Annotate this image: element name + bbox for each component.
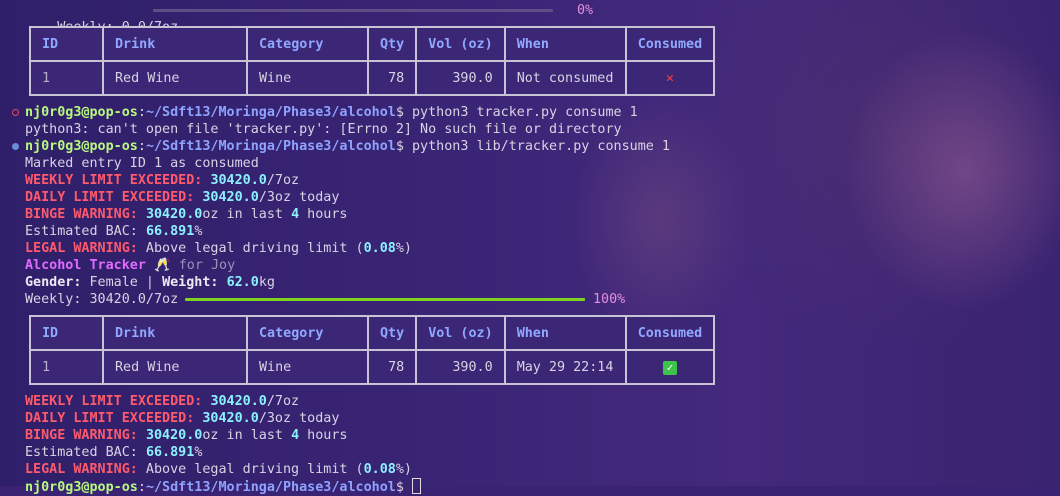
col-vol: Vol (oz) bbox=[417, 28, 504, 60]
prompt-line-3[interactable]: nj0r0g3@pop-os:~/Sdft13/Moringa/Phase3/a… bbox=[25, 478, 421, 495]
cross-mark-icon: ✕ bbox=[665, 70, 674, 86]
col-drink: Drink bbox=[104, 28, 246, 60]
weekly-warning-1: WEEKLY LIMIT EXCEEDED: 30420.0/7oz bbox=[25, 173, 300, 188]
table-row: 1 Red Wine Wine 78 390.0 May 29 22:14 ✓ bbox=[31, 351, 714, 383]
daily-warning-2: DAILY LIMIT EXCEEDED: 30420.0/3oz today bbox=[25, 411, 340, 426]
col-consumed: Consumed bbox=[626, 28, 714, 60]
entries-table-2: ID Drink Category Qty Vol (oz) When Cons… bbox=[29, 315, 716, 385]
check-mark-icon: ✓ bbox=[662, 360, 677, 375]
error-status-icon bbox=[12, 109, 19, 116]
daily-warning-1: DAILY LIMIT EXCEEDED: 30420.0/3oz today bbox=[25, 190, 340, 205]
binge-warning-2: BINGE WARNING: 30420.0oz in last 4 hours bbox=[25, 428, 348, 443]
prompt-line-1: nj0r0g3@pop-os:~/Sdft13/Moringa/Phase3/a… bbox=[25, 105, 638, 120]
champagne-icon: 🥂 bbox=[154, 258, 171, 273]
binge-warning-1: BINGE WARNING: 30420.0oz in last 4 hours bbox=[25, 207, 348, 222]
prompt-line-2: nj0r0g3@pop-os:~/Sdft13/Moringa/Phase3/a… bbox=[25, 139, 670, 154]
error-output: python3: can't open file 'tracker.py': [… bbox=[25, 122, 622, 137]
table-row: 1 Red Wine Wine 78 390.0 Not consumed ✕ bbox=[31, 62, 714, 94]
col-id: ID bbox=[31, 28, 102, 60]
progress-percent-top: 0% bbox=[577, 3, 594, 18]
table-header-row: ID Drink Category Qty Vol (oz) When Cons… bbox=[31, 317, 714, 349]
progress-track-top bbox=[153, 9, 553, 12]
legal-warning-2: LEGAL WARNING: Above legal driving limit… bbox=[25, 462, 412, 477]
progress-fill-bottom bbox=[185, 298, 585, 301]
legal-warning-1: LEGAL WARNING: Above legal driving limit… bbox=[25, 241, 412, 256]
bac-line-2: Estimated BAC: 66.891% bbox=[25, 445, 203, 460]
col-when: When bbox=[505, 28, 625, 60]
success-status-icon bbox=[12, 143, 19, 150]
entries-table-1: ID Drink Category Qty Vol (oz) When Cons… bbox=[29, 26, 716, 96]
weekly-warning-2: WEEKLY LIMIT EXCEEDED: 30420.0/7oz bbox=[25, 394, 300, 409]
tracker-title: Alcohol Tracker 🥂 for Joy bbox=[25, 258, 236, 273]
text-cursor bbox=[411, 478, 421, 494]
col-qty: Qty bbox=[369, 28, 416, 60]
table-header-row: ID Drink Category Qty Vol (oz) When Cons… bbox=[31, 28, 714, 60]
marked-output: Marked entry ID 1 as consumed bbox=[25, 156, 259, 171]
col-category: Category bbox=[248, 28, 367, 60]
bac-line-1: Estimated BAC: 66.891% bbox=[25, 224, 203, 239]
weekly-progress-bottom: Weekly: 30420.0/7oz bbox=[25, 292, 179, 307]
progress-percent-bottom: 100% bbox=[593, 292, 626, 307]
profile-line: Gender: Female | Weight: 62.0kg bbox=[25, 275, 275, 290]
